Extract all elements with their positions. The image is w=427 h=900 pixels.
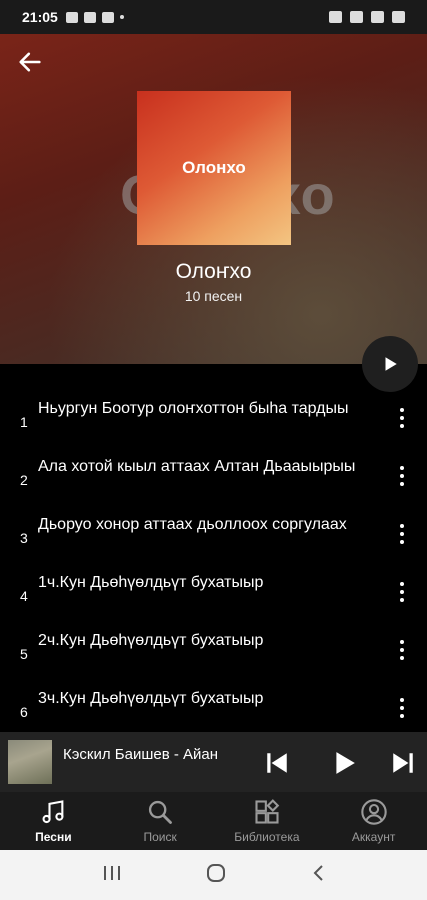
track-number: 6: [20, 704, 28, 720]
track-number: 4: [20, 588, 28, 604]
track-title: Ала хотой кыыл аттаах Алтан Дьааыырыы: [38, 458, 356, 475]
nav-songs[interactable]: Песни: [0, 792, 107, 850]
back-icon[interactable]: [311, 863, 325, 888]
track-title: 2ч.Кун Дьөһүөлдьүт бухатыыр: [38, 632, 264, 649]
track-list: 1 Ньургун Боотур олоҥхоттон быhа тардыы …: [0, 384, 427, 732]
image-icon: [83, 11, 96, 23]
mute-icon: [329, 11, 342, 23]
track-title: 3ч.Кун Дьөһүөлдьүт бухатыыр: [38, 690, 264, 707]
now-playing-artwork: [8, 740, 52, 784]
mini-player[interactable]: Кэскил Баишев - Айан: [0, 732, 427, 792]
more-options-icon[interactable]: [394, 578, 410, 606]
more-options-icon[interactable]: [394, 520, 410, 548]
album-title: Олоҥхо: [175, 260, 252, 283]
library-icon: [255, 799, 280, 824]
song-count: 10 песен: [184, 288, 243, 304]
nav-search[interactable]: Поиск: [107, 792, 214, 850]
status-time: 21:05: [22, 9, 58, 25]
battery-icon: [392, 11, 405, 23]
track-row[interactable]: 6 3ч.Кун Дьөһүөлдьүт бухатыыр: [0, 674, 427, 732]
track-row[interactable]: 3 Дьоруо хонор аттаах дьоллоох соргулаах: [0, 500, 427, 558]
nav-library-label: Библиотека: [234, 830, 300, 844]
wifi-icon: [350, 11, 363, 23]
track-row[interactable]: 1 Ньургун Боотур олоҥхоттон быhа тардыы: [0, 384, 427, 442]
play-icon: [385, 357, 397, 371]
music-note-icon: [42, 800, 64, 824]
nav-search-label: Поиск: [143, 830, 177, 844]
track-row[interactable]: 5 2ч.Кун Дьөһүөлдьүт бухатыыр: [0, 616, 427, 674]
play-icon[interactable]: [331, 750, 357, 776]
bottom-navigation: Песни Поиск Библиотека Аккаунт: [0, 792, 427, 850]
airplane-icon: [371, 11, 384, 23]
track-title: Ньургун Боотур олоҥхоттон быhа тардыы: [38, 400, 349, 417]
previous-track-icon[interactable]: [264, 750, 290, 776]
gallery-icon: [65, 11, 78, 23]
notification-icons: [65, 11, 124, 23]
status-bar: 21:05: [0, 0, 427, 34]
system-icons: [329, 11, 405, 23]
track-title: Дьоруо хонор аттаах дьоллоох соргулаах: [38, 516, 347, 533]
home-icon[interactable]: [206, 863, 226, 888]
more-options-icon[interactable]: [394, 404, 410, 432]
more-options-icon[interactable]: [394, 636, 410, 664]
more-options-icon[interactable]: [394, 462, 410, 490]
play-store-icon: [101, 11, 114, 23]
search-icon: [149, 800, 173, 824]
track-number: 3: [20, 530, 28, 546]
track-row[interactable]: 4 1ч.Кун Дьөһүөлдьүт бухатыыр: [0, 558, 427, 616]
more-options-icon[interactable]: [394, 694, 410, 722]
nav-account-label: Аккаунт: [351, 830, 396, 844]
track-number: 1: [20, 414, 28, 430]
track-title: 1ч.Кун Дьөһүөлдьүт бухатыыр: [38, 574, 264, 591]
more-notifications-icon: [119, 15, 124, 19]
album-header: Олонхо Олонхо Олоҥхо 10 песен: [0, 34, 427, 364]
nav-library[interactable]: Библиотека: [214, 792, 321, 850]
next-track-icon[interactable]: [390, 750, 416, 776]
album-cover-label: Олонхо: [182, 158, 246, 177]
track-number: 5: [20, 646, 28, 662]
nav-songs-label: Песни: [35, 830, 72, 844]
now-playing-title: Кэскил Баишев - Айан: [63, 746, 219, 763]
album-cover: Олонхо: [137, 91, 291, 245]
back-arrow-icon[interactable]: [16, 48, 44, 76]
account-icon: [360, 799, 387, 825]
recent-apps-icon[interactable]: [102, 864, 122, 887]
nav-account[interactable]: Аккаунт: [320, 792, 427, 850]
system-navigation-bar: [0, 850, 427, 900]
track-number: 2: [20, 472, 28, 488]
track-row[interactable]: 2 Ала хотой кыыл аттаах Алтан Дьааыырыы: [0, 442, 427, 500]
